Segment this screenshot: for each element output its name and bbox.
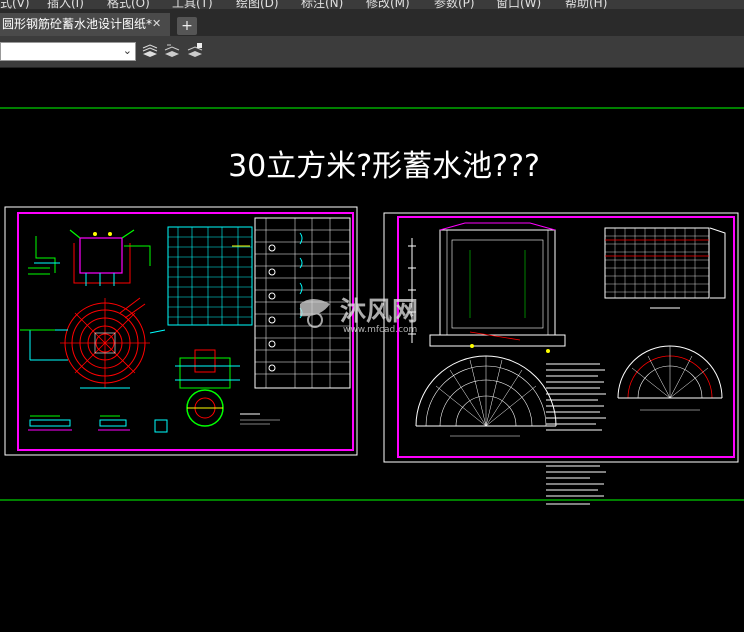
menu-draw[interactable]: 绘图(D): [236, 0, 279, 9]
rebar-grid-plan: [604, 227, 726, 309]
menu-help[interactable]: 帮助(H): [565, 0, 607, 9]
section-detail: [28, 229, 151, 286]
menu-parametric[interactable]: 参数(P): [434, 0, 475, 9]
pipe-detail: [175, 349, 260, 427]
drawing-content: 30立方米?形蓄水池??? 沐风网 www.mfcad.com: [0, 107, 744, 505]
arc-plan-right: [617, 345, 723, 411]
chevron-down-icon: ⌄: [122, 44, 132, 57]
arc-plan-left: [415, 355, 557, 437]
design-notes: [546, 363, 606, 505]
menu-dimension[interactable]: 标注(N): [301, 0, 343, 9]
drawing-title: 30立方米?形蓄水池???: [228, 149, 540, 184]
close-icon[interactable]: ✕: [152, 13, 161, 35]
layer-isolate-icon[interactable]: [186, 42, 204, 60]
drawing-canvas[interactable]: 30立方米?形蓄水池??? 沐风网 www.mfcad.com: [0, 68, 744, 628]
sheet-right: [383, 212, 739, 505]
watermark: 沐风网 www.mfcad.com: [300, 297, 418, 335]
elevation-section: [408, 222, 566, 353]
circular-plan: [20, 297, 166, 389]
bottom-details: [28, 415, 168, 433]
menu-view[interactable]: 式(V): [0, 0, 30, 9]
menu-window[interactable]: 窗口(W): [496, 0, 541, 9]
document-tab-bar: 圆形钢筋砼蓄水池设计图纸* ✕ +: [0, 9, 744, 36]
menu-bar: 式(V) 插入(I) 格式(O) 工具(T) 绘图(D) 标注(N) 修改(M)…: [0, 0, 744, 9]
tab-label: 圆形钢筋砼蓄水池设计图纸*: [2, 17, 153, 31]
menu-tools[interactable]: 工具(T): [172, 0, 213, 9]
menu-modify[interactable]: 修改(M): [366, 0, 410, 9]
toolbar: ⌄: [0, 36, 744, 68]
layer-dropdown[interactable]: ⌄: [0, 42, 136, 61]
new-tab-button[interactable]: +: [177, 17, 197, 35]
watermark-url: www.mfcad.com: [343, 325, 417, 335]
layer-previous-icon[interactable]: [163, 42, 181, 60]
menu-format[interactable]: 格式(O): [107, 0, 150, 9]
tab-drawing[interactable]: 圆形钢筋砼蓄水池设计图纸* ✕: [0, 13, 170, 36]
layer-state-icon[interactable]: [141, 42, 159, 60]
sheet-left: [4, 206, 358, 456]
watermark-name: 沐风网: [340, 297, 418, 327]
menu-insert[interactable]: 插入(I): [47, 0, 84, 9]
